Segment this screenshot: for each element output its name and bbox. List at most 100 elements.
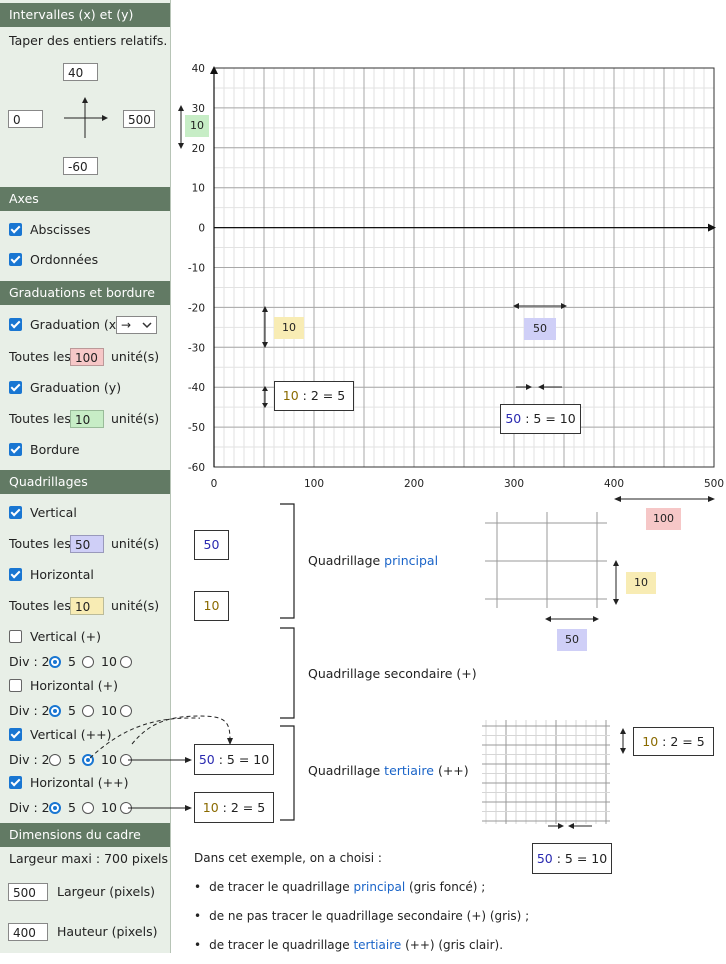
tertiary-x-arrow-icon xyxy=(548,823,592,829)
vgrid-unit-label: unité(s) xyxy=(111,536,160,551)
vertical-grid-label: Vertical xyxy=(30,505,77,520)
y-major-arrow-icon xyxy=(262,306,268,348)
y-tick-label: -10 xyxy=(188,263,205,275)
legend-major-x-value: 50 xyxy=(203,537,220,552)
vpp-result-b: 5 = 10 xyxy=(226,752,270,767)
principal-x-badge: 50 xyxy=(557,629,587,651)
legend-secondaire-label: Quadrillage secondaire (+) xyxy=(308,666,477,681)
hplus-radio-2[interactable] xyxy=(49,705,61,717)
notes-bullet-2: • de ne pas tracer le quadrillage seconda… xyxy=(194,909,530,923)
vpp-option-5-label: 5 xyxy=(68,752,76,767)
vgrid-step-input[interactable]: 50 xyxy=(70,535,104,553)
legend-tertiaire-suffix: (++) xyxy=(433,763,469,778)
vplus-radio-10[interactable] xyxy=(120,656,132,668)
hplus-option-5-label: 5 xyxy=(68,703,76,718)
hpp-option-5-label: 5 xyxy=(68,800,76,815)
frame-height-label: Hauteur (pixels) xyxy=(57,924,158,939)
x-major-badge: 50 xyxy=(524,318,556,340)
y-tick-label: -30 xyxy=(188,342,205,354)
vertical-pp-checkbox[interactable] xyxy=(9,728,22,741)
max-width-label: Largeur maxi : 700 pixels xyxy=(9,851,168,866)
x-minor-box-b: 5 = 10 xyxy=(533,411,576,426)
hpp-radio-2[interactable] xyxy=(49,802,61,814)
y-tick-label: 40 xyxy=(192,63,205,75)
frame-width-input[interactable]: 500 xyxy=(8,883,48,901)
tertiary-x-a: 50 xyxy=(536,851,553,866)
horizontal-plus-checkbox[interactable] xyxy=(9,679,22,692)
legend-principal-label: Quadrillage principal xyxy=(308,553,438,568)
tertiary-grid-sample xyxy=(482,720,610,824)
section-frame-title: Dimensions du cadre xyxy=(0,823,170,847)
y-minor-box-a: 10 xyxy=(282,388,299,403)
legend-brackets xyxy=(280,503,295,821)
vpp-div-label: Div : 2 xyxy=(9,752,50,767)
frame-width-label: Largeur (pixels) xyxy=(57,884,156,899)
tertiary-x-b: 5 = 10 xyxy=(564,851,608,866)
hgrid-step-input[interactable]: 10 xyxy=(70,597,104,615)
notes-intro: Dans cet exemple, on a choisi : xyxy=(194,851,382,865)
tertiary-y-b: 2 = 5 xyxy=(670,734,705,749)
x-tick-label: 300 xyxy=(504,478,524,490)
hpp-result-box: 10 : 2 = 5 xyxy=(194,792,274,823)
vplus-radio-2[interactable] xyxy=(49,656,61,668)
tertiary-y-box: 10 : 2 = 5 xyxy=(633,727,714,756)
x-minor-arrow-icon xyxy=(516,384,562,390)
legend-major-x-box: 50 xyxy=(194,530,229,560)
vertical-plus-checkbox[interactable] xyxy=(9,630,22,643)
notes-b1-post: (gris foncé) ; xyxy=(405,880,486,894)
y-minor-arrow-icon xyxy=(262,386,268,408)
x-grad-arrow-icon xyxy=(614,496,715,502)
hpp-div-label: Div : 2 xyxy=(9,800,50,815)
vertical-grid-checkbox[interactable] xyxy=(9,506,22,519)
notes-b1-word: principal xyxy=(353,880,406,894)
legend-tertiaire-prefix: Quadrillage xyxy=(308,763,385,778)
horizontal-grid-label: Horizontal xyxy=(30,567,94,582)
principal-y-arrow-icon xyxy=(613,560,619,605)
y-major-badge: 10 xyxy=(274,317,304,339)
legend-principal-word: principal xyxy=(384,553,439,568)
hplus-div-label: Div : 2 xyxy=(9,703,50,718)
y-tick-label: -40 xyxy=(188,382,205,394)
legend-tertiaire-label: Quadrillage tertiaire (++) xyxy=(308,763,469,778)
vplus-radio-5[interactable] xyxy=(82,656,94,668)
notes-bullet-1: • de tracer le quadrillage principal (gri… xyxy=(194,880,486,894)
hgrid-every-label: Toutes les xyxy=(9,598,71,613)
x-minor-box: 50 : 5 = 10 xyxy=(500,404,581,434)
tertiary-x-box: 50 : 5 = 10 xyxy=(532,843,612,874)
vpp-result-a: 50 xyxy=(198,752,215,767)
grid-chart: 0 100 200 300 400 500403020100-10-20-30-40-50… xyxy=(188,63,724,490)
y-tick-label: -20 xyxy=(188,302,205,314)
dashed-connector xyxy=(131,715,233,745)
x-major-arrow-icon xyxy=(513,303,567,309)
principal-grid-sample xyxy=(485,512,607,608)
vplus-option-5-label: 5 xyxy=(68,654,76,669)
x-tick-label: 200 xyxy=(404,478,424,490)
horizontal-pp-checkbox[interactable] xyxy=(9,776,22,789)
vplus-div-label: Div : 2 xyxy=(9,654,50,669)
x-tick-label: 100 xyxy=(304,478,324,490)
x-grad-badge: 100 xyxy=(646,508,681,530)
hgrid-unit-label: unité(s) xyxy=(111,598,160,613)
legend-tertiaire-word: tertiaire xyxy=(384,763,434,778)
horizontal-plus-label: Horizontal (+) xyxy=(30,678,119,693)
frame-height-input[interactable]: 400 xyxy=(8,923,48,941)
y-tick-label: -60 xyxy=(188,462,205,474)
vpp-radio-2[interactable] xyxy=(49,754,61,766)
notes-b3-word: tertiaire xyxy=(353,938,402,952)
y-graduation-badge: 10 xyxy=(185,115,209,137)
principal-x-arrow-icon xyxy=(545,616,599,622)
y-minor-box-b: 2 = 5 xyxy=(310,388,346,403)
y-tick-label: 0 xyxy=(198,223,205,235)
horizontal-grid-checkbox[interactable] xyxy=(9,568,22,581)
notes-b1-pre: de tracer le quadrillage xyxy=(209,880,354,894)
x-axis-arrow-icon xyxy=(708,223,716,232)
notes-b3-post: (++) (gris clair). xyxy=(401,938,504,952)
y-tick-label: 10 xyxy=(192,183,205,195)
x-tick-label: 500 xyxy=(704,478,724,490)
x-tick-label: 400 xyxy=(604,478,624,490)
notes-b3-pre: de tracer le quadrillage xyxy=(209,938,354,952)
hpp-result-a: 10 xyxy=(202,800,219,815)
legend-major-y-value: 10 xyxy=(203,598,220,613)
tertiary-y-a: 10 xyxy=(642,734,659,749)
legend-major-y-box: 10 xyxy=(194,591,229,621)
